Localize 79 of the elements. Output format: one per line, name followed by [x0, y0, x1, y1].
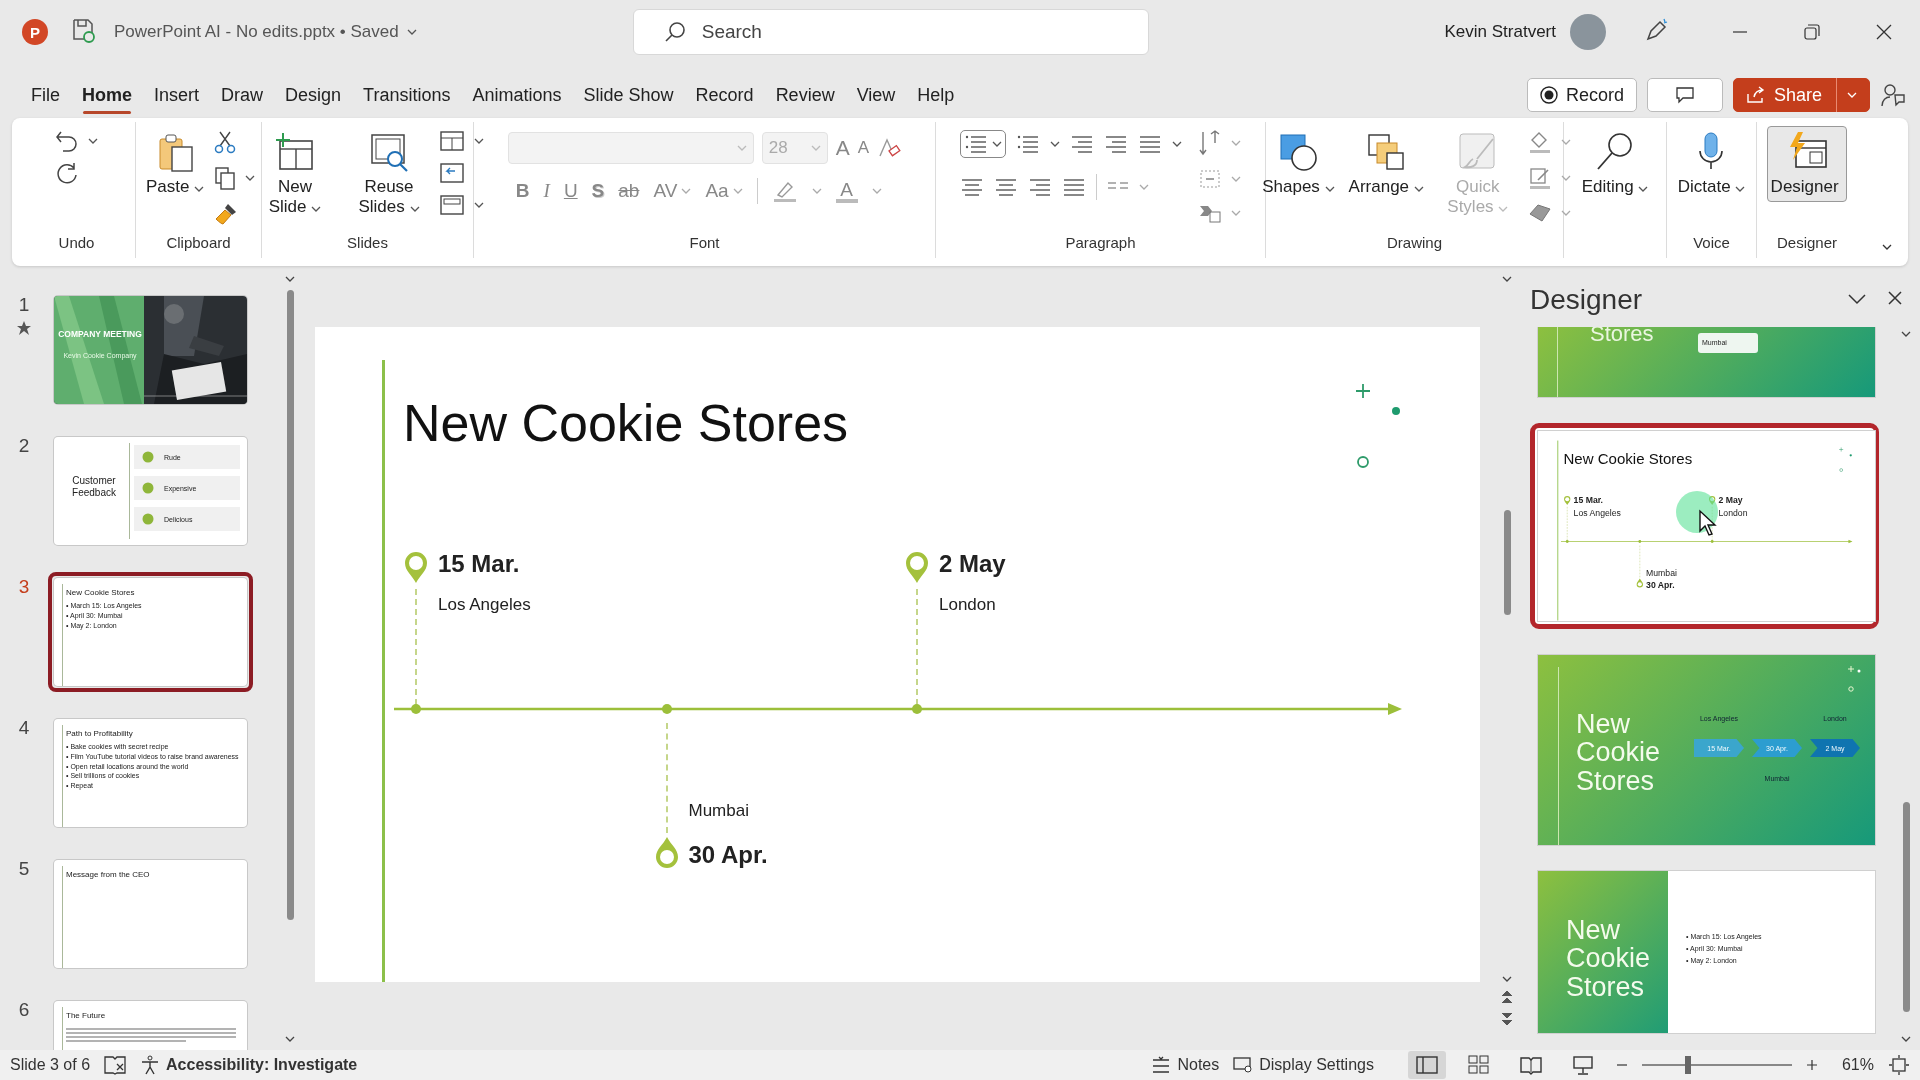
event-date: 2 May [939, 550, 1006, 578]
display-settings-button[interactable]: Display Settings [1233, 1056, 1374, 1074]
app-logo: P [22, 19, 48, 45]
menu-tab[interactable]: Draw [210, 78, 275, 112]
slide-number: 6 [18, 999, 30, 1021]
menu-tab[interactable]: Transitions [352, 78, 462, 112]
event-place: Los Angeles [1573, 508, 1621, 519]
shapes-button[interactable]: Shapes [1258, 126, 1339, 203]
user-name[interactable]: Kevin Stratvert [1444, 22, 1556, 42]
menu-tab[interactable]: File [20, 78, 71, 112]
slide-title: COMPANY MEETING [57, 330, 143, 340]
group-label: Voice [1693, 234, 1730, 251]
editing-button[interactable]: Editing [1577, 126, 1653, 203]
event-date: 15 Mar. [438, 550, 520, 578]
group-label: Paragraph [1065, 234, 1136, 251]
new-slide-button[interactable]: New Slide [251, 126, 339, 223]
document-title[interactable]: PowerPoint AI - No edits.pptx • Saved [114, 22, 399, 42]
event-date: 2 May [1718, 495, 1743, 506]
event-place: London [1718, 508, 1748, 519]
slide-title: Path to Profitability [66, 729, 133, 738]
design-title: New Cookie Stores [1566, 916, 1652, 1002]
shadow-button[interactable]: S [591, 180, 605, 202]
grow-font-button[interactable]: A [835, 136, 850, 160]
group-label: Undo [58, 234, 95, 251]
bold-button[interactable]: B [515, 180, 530, 202]
slide-title: The Future [66, 1011, 106, 1020]
slide-title: New Cookie Stores [403, 393, 849, 453]
pane-title: Designer [1530, 283, 1643, 316]
menu-tab[interactable]: Animations [461, 78, 573, 112]
event-place: Mumbai [1646, 568, 1677, 578]
event-place: Mumbai [688, 801, 749, 821]
group-label: Designer [1777, 234, 1837, 251]
event-place: Los Angeles [438, 595, 531, 615]
search-field[interactable]: Search [632, 9, 1149, 55]
reuse-slides-button[interactable]: Reuse Slides [345, 126, 433, 223]
design-title: New Cookie Stores [1576, 710, 1662, 796]
event-place: London [939, 595, 996, 615]
shrink-font-button[interactable]: A [857, 138, 870, 158]
font-color-button[interactable]: A [835, 179, 858, 203]
group-label: Drawing [1387, 234, 1442, 251]
notes-button[interactable]: Notes [1151, 1056, 1220, 1074]
dictate-button[interactable]: Dictate [1673, 126, 1750, 203]
paste-button[interactable]: Paste [141, 126, 209, 203]
slide-title: Customer Feedback [71, 475, 117, 498]
slide-title: Message from the CEO [66, 870, 150, 879]
group-label: Slides [347, 234, 388, 251]
slide-number: 3 [18, 576, 30, 598]
share-button[interactable]: Share [1732, 78, 1870, 112]
menu-tab[interactable]: Review [764, 78, 846, 112]
slide-number: 4 [18, 717, 30, 739]
design-thumbnail[interactable]: New Cookie Stores 15 Mar. Los Angeles Mumbai 30 Apr. 2 May London [1530, 423, 1879, 629]
event-date: 15 Mar. [1573, 495, 1603, 506]
slide-number: 1 [18, 294, 30, 316]
slide-number: 2 [18, 435, 30, 457]
group-label: Clipboard [166, 234, 231, 251]
slide-counter: Slide 3 of 6 [10, 1056, 91, 1074]
menu-tab[interactable]: Home [71, 78, 144, 112]
slide-number: 5 [18, 858, 30, 880]
spacing-button[interactable]: AV [653, 180, 692, 202]
menu-tab[interactable]: Slide Show [572, 78, 685, 112]
zoom-percent[interactable]: 61% [1841, 1056, 1874, 1074]
arrange-button[interactable]: Arrange [1344, 126, 1428, 203]
menu-tab[interactable]: Record [684, 78, 765, 112]
slide-title: New Cookie Stores [1563, 450, 1693, 468]
designer-button[interactable]: Designer [1766, 126, 1848, 203]
slide-title: New Cookie Stores [66, 588, 135, 597]
menu-tab[interactable]: Help [906, 78, 966, 112]
event-date: 30 Apr. [1646, 579, 1675, 590]
menu-tab[interactable]: Insert [143, 78, 211, 112]
group-label: Font [689, 234, 720, 251]
event-date: 30 Apr. [688, 841, 768, 869]
record-button[interactable]: Record [1526, 78, 1637, 112]
case-button[interactable]: Aa [705, 180, 743, 202]
strikethrough-button[interactable]: ab [618, 180, 640, 202]
accessibility-button[interactable]: Accessibility: Investigate [140, 1055, 358, 1075]
menu-tab[interactable]: View [845, 78, 907, 112]
menu-tab[interactable]: Design [274, 78, 353, 112]
italic-button[interactable]: I [543, 180, 550, 202]
underline-button[interactable]: U [563, 180, 578, 202]
